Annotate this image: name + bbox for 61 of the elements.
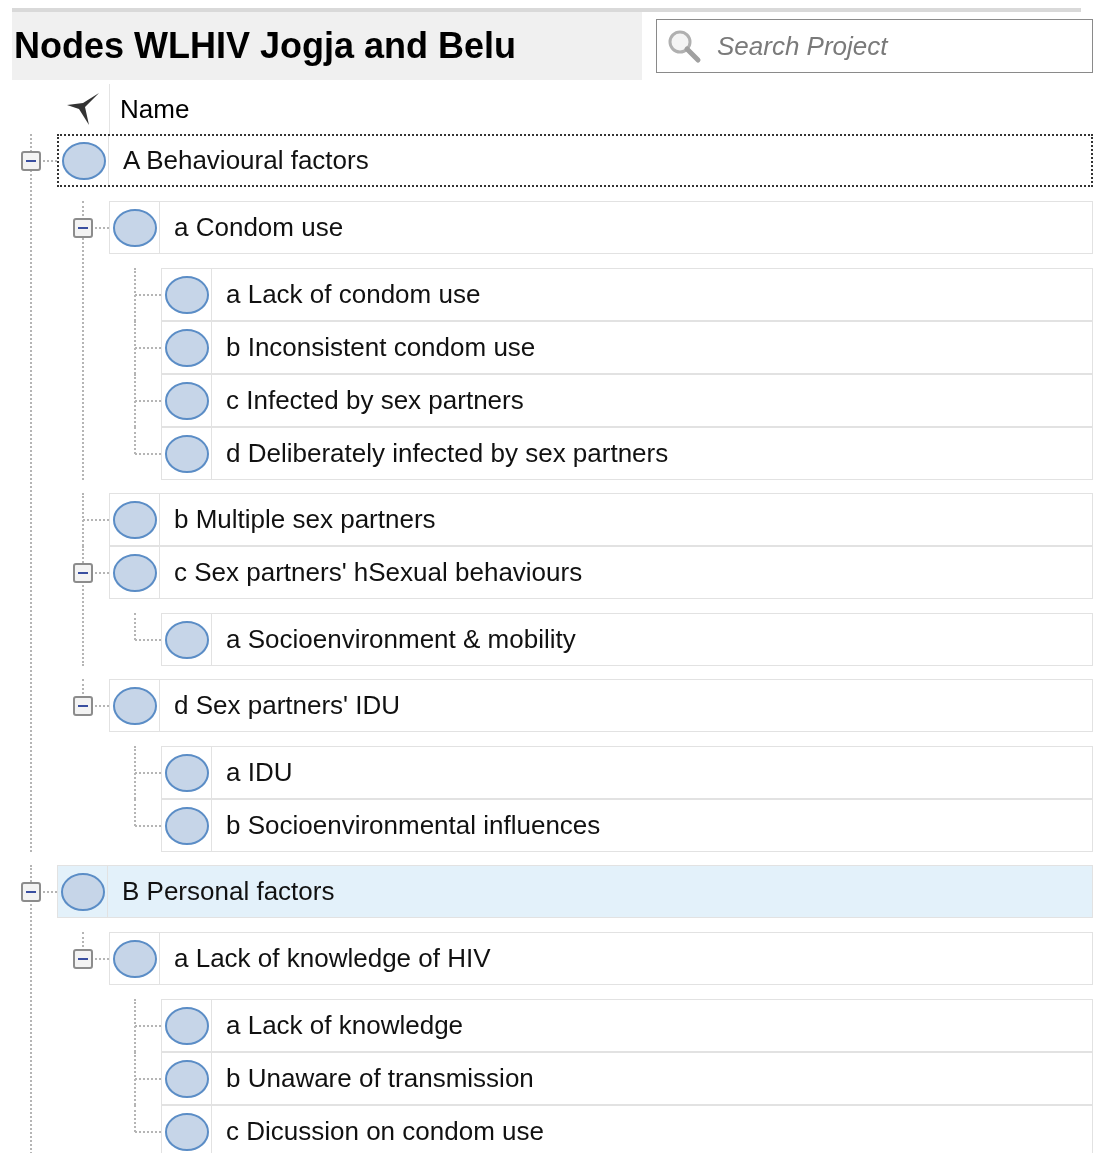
node-icon [163,752,210,793]
collapse-icon[interactable] [21,151,41,171]
node-icon [163,433,210,474]
column-header[interactable]: Name [110,89,190,129]
node-name: a Socioenvironment & mobility [225,623,576,656]
node-row[interactable]: a Condom use [109,201,1093,254]
node-row[interactable]: b Inconsistent condom use [161,321,1093,374]
search-field[interactable]: Search Project [656,19,1093,73]
node-row[interactable]: b Socioenvironmental influences [161,799,1093,852]
node-icon [111,207,158,248]
node-icon [60,140,107,181]
node-name: d Deliberately infected by sex partners [225,437,669,470]
node-icon [111,685,158,726]
node-row[interactable]: B Personal factors [57,865,1093,918]
node-name: b Socioenvironmental influences [225,809,601,842]
panel-title: Nodes WLHIV Jogja and Belu [14,24,517,68]
node-icon [163,619,210,660]
node-name: a Condom use [173,211,344,244]
node-icon [163,1005,210,1046]
node-icon [163,274,210,315]
node-row[interactable]: A Behavioural factors [57,134,1093,187]
node-icon [111,552,158,593]
node-row[interactable]: c Dicussion on condom use [161,1105,1093,1153]
node-icon [163,1058,210,1099]
node-row[interactable]: b Unaware of transmission [161,1052,1093,1105]
node-name: B Personal factors [121,875,335,908]
node-icon [59,871,106,912]
node-name: a Lack of condom use [225,278,481,311]
node-row[interactable]: c Sex partners' hSexual behaviours [109,546,1093,599]
node-icon [111,499,158,540]
node-name: c Infected by sex partners [225,384,524,417]
node-icon [111,938,158,979]
node-name: b Multiple sex partners [173,503,436,536]
node-icon [163,380,210,421]
node-name: b Unaware of transmission [225,1062,534,1095]
collapse-icon[interactable] [73,563,93,583]
node-name: c Sex partners' hSexual behaviours [173,556,583,589]
node-row[interactable]: c Infected by sex partners [161,374,1093,427]
node-name: c Dicussion on condom use [225,1115,544,1148]
node-name: a Lack of knowledge [225,1009,464,1042]
node-row[interactable]: d Sex partners' IDU [109,679,1093,732]
collapse-icon[interactable] [21,882,41,902]
collapse-icon[interactable] [73,696,93,716]
node-name: a IDU [225,756,293,789]
node-row[interactable]: a Lack of knowledge of HIV [109,932,1093,985]
collapse-icon[interactable] [73,949,93,969]
node-row[interactable]: b Multiple sex partners [109,493,1093,546]
node-icon [163,1111,210,1152]
collapse-icon[interactable] [73,218,93,238]
node-icon [163,805,210,846]
node-name: A Behavioural factors [122,144,369,177]
node-name: d Sex partners' IDU [173,689,401,722]
node-row[interactable]: d Deliberately infected by sex partners [161,427,1093,480]
node-row[interactable]: a IDU [161,746,1093,799]
node-name: b Inconsistent condom use [225,331,536,364]
search-icon [666,28,702,64]
node-row[interactable]: a Lack of condom use [161,268,1093,321]
node-icon [163,327,210,368]
node-row[interactable]: a Socioenvironment & mobility [161,613,1093,666]
node-name: a Lack of knowledge of HIV [173,942,491,975]
node-row[interactable]: a Lack of knowledge [161,999,1093,1052]
